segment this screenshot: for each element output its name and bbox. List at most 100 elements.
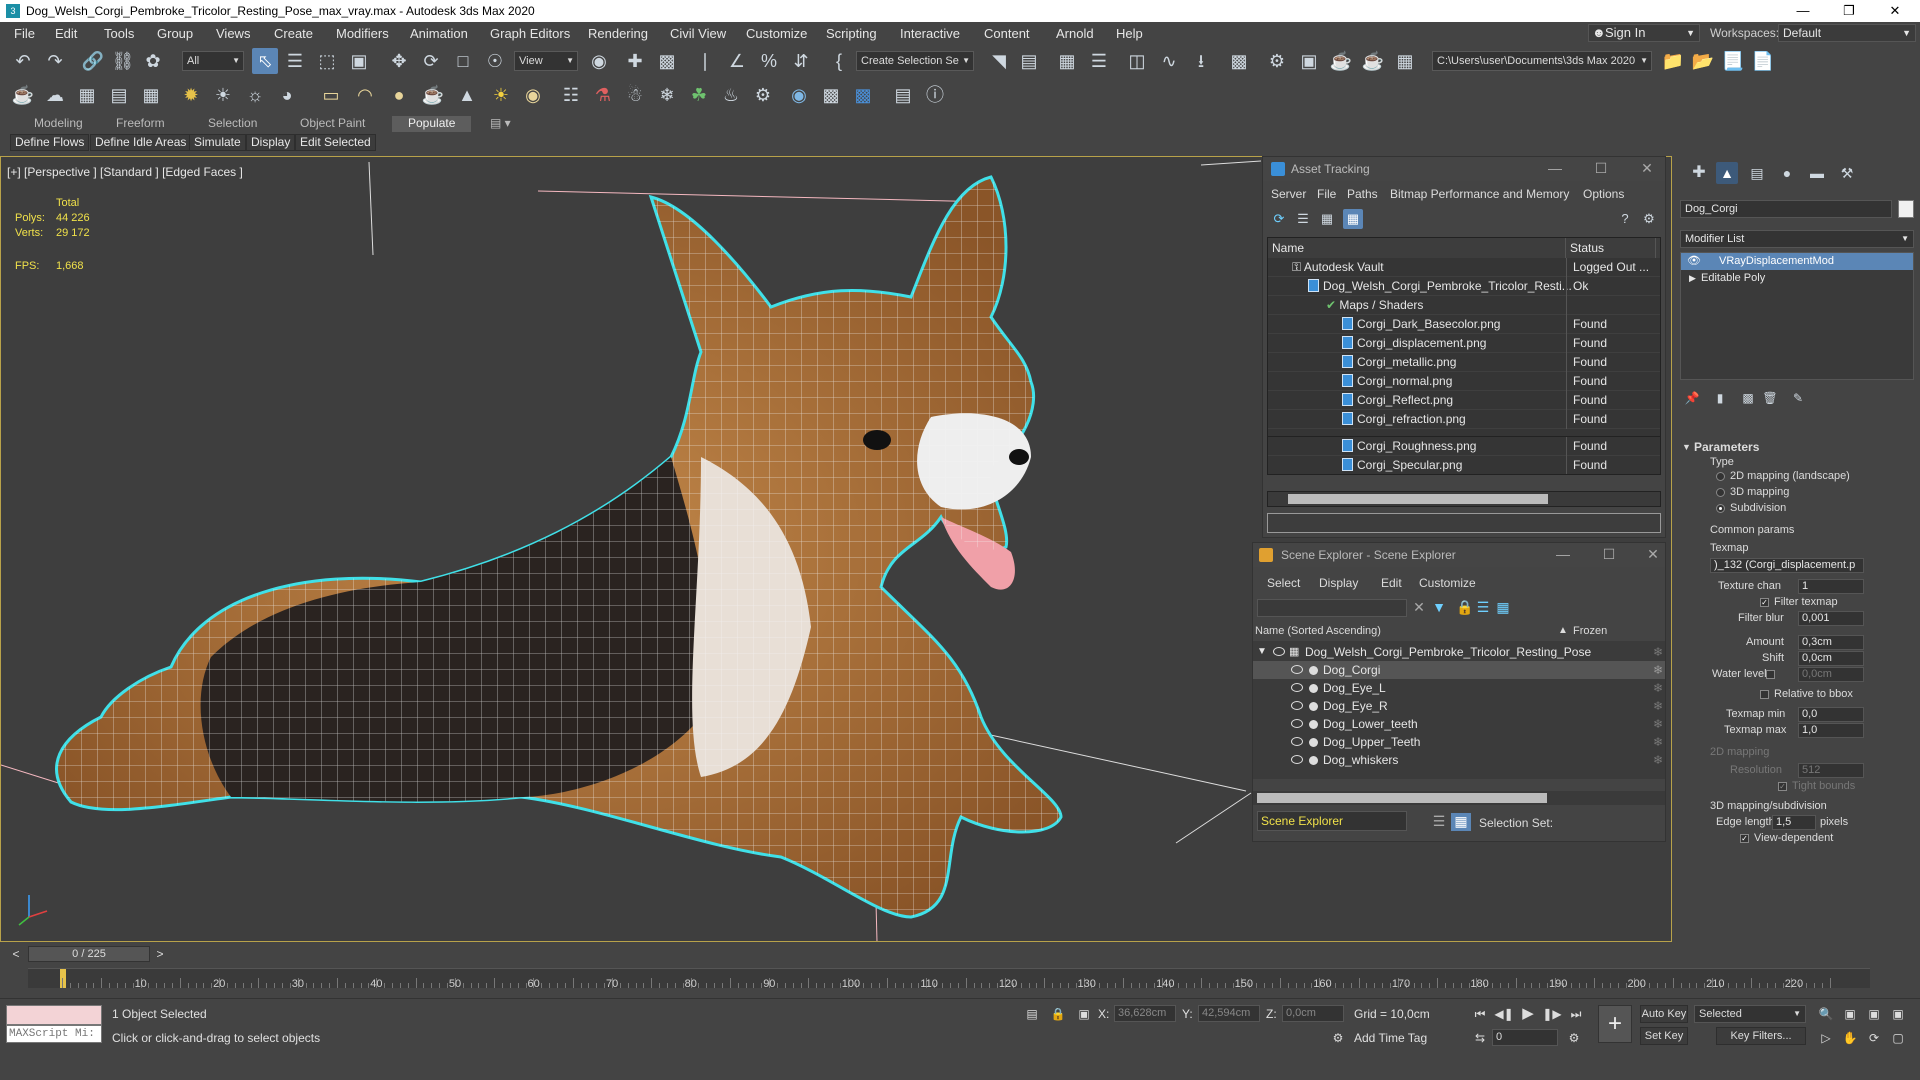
se-hscrollbar[interactable] bbox=[1253, 791, 1665, 805]
tab-selection[interactable]: Selection bbox=[208, 116, 257, 130]
object-color-swatch[interactable] bbox=[1898, 200, 1914, 218]
window-crossing-icon[interactable]: ▣ bbox=[346, 48, 372, 74]
close-icon[interactable]: ✕ bbox=[1637, 160, 1657, 178]
vray-sun-light-icon[interactable]: ☀ bbox=[488, 82, 514, 108]
zoom-extents-all-icon[interactable]: ▣ bbox=[1888, 1005, 1908, 1023]
percent-snap-icon[interactable]: % bbox=[756, 48, 782, 74]
orbit-icon[interactable]: ⟳ bbox=[1864, 1029, 1884, 1047]
modify-tab-icon[interactable]: ▲ bbox=[1716, 162, 1738, 184]
z-coord-field[interactable]: 0,0cm bbox=[1282, 1005, 1344, 1022]
select-manipulate-icon[interactable]: ✚ bbox=[622, 48, 648, 74]
asset-row[interactable]: Corgi_metallic.png Found bbox=[1268, 353, 1660, 372]
rect-selection-icon[interactable]: ⬚ bbox=[314, 48, 340, 74]
menu-customize[interactable]: Customize bbox=[746, 26, 807, 41]
tight-bounds-checkbox[interactable]: ✓ bbox=[1778, 782, 1787, 791]
field-of-view-icon[interactable]: ▷ bbox=[1816, 1029, 1836, 1047]
show-end-result-icon[interactable]: ▮ bbox=[1710, 388, 1730, 408]
configure-modifier-sets-icon[interactable]: ✎ bbox=[1788, 388, 1808, 408]
se-menu-customize[interactable]: Customize bbox=[1419, 576, 1476, 590]
object-name-field[interactable]: Dog_Corgi bbox=[1680, 200, 1892, 218]
texture-chan-spinner[interactable]: 1 bbox=[1798, 579, 1864, 594]
zoom-icon[interactable]: 🔍 bbox=[1816, 1005, 1836, 1023]
render-in-cloud-icon[interactable]: ▦ bbox=[1392, 48, 1418, 74]
at-menu-server[interactable]: Server bbox=[1271, 187, 1306, 201]
set-key-button[interactable]: Set Key bbox=[1640, 1027, 1688, 1045]
next-frame-icon[interactable]: > bbox=[150, 945, 170, 963]
asset-row[interactable]: Corgi_displacement.png Found bbox=[1268, 334, 1660, 353]
scrollbar-thumb[interactable] bbox=[1288, 494, 1548, 504]
tree-row-dog-whiskers[interactable]: Dog_whiskers ❄ bbox=[1253, 751, 1665, 769]
vray-decal-icon[interactable]: ❄ bbox=[654, 82, 680, 108]
menu-scripting[interactable]: Scripting bbox=[826, 26, 877, 41]
col-name[interactable]: Name bbox=[1268, 238, 1566, 258]
maximize-icon[interactable]: ☐ bbox=[1599, 546, 1619, 564]
schematic-view-icon[interactable]: ⭳ bbox=[1188, 48, 1214, 74]
se-menu-select[interactable]: Select bbox=[1267, 576, 1300, 590]
display-tab-icon[interactable]: ▬ bbox=[1806, 162, 1828, 184]
auto-key-button[interactable]: Auto Key bbox=[1640, 1005, 1688, 1023]
render-production-icon[interactable]: ☕ bbox=[1328, 48, 1354, 74]
make-unique-icon[interactable]: ▩ bbox=[1738, 388, 1758, 408]
visibility-eye-icon[interactable] bbox=[1291, 701, 1303, 710]
radio-subdivision[interactable] bbox=[1716, 504, 1725, 513]
scene-explorer-dropdown[interactable]: Scene Explorer bbox=[1257, 811, 1407, 831]
expand-triangle-icon[interactable]: ▶ bbox=[1689, 270, 1696, 287]
keyboard-shortcut-icon[interactable]: ▩ bbox=[654, 48, 680, 74]
freeze-icon[interactable]: ❄ bbox=[1653, 679, 1663, 697]
key-selection-dropdown[interactable]: Selected ▼ bbox=[1694, 1005, 1806, 1023]
redo-icon[interactable]: ↷ bbox=[42, 48, 68, 74]
visibility-eye-icon[interactable] bbox=[1291, 683, 1303, 692]
modifier-list-dropdown[interactable]: Modifier List ▼ bbox=[1680, 230, 1914, 248]
angle-snap-icon[interactable]: ∠ bbox=[724, 48, 750, 74]
material-editor-icon[interactable]: ▩ bbox=[1226, 48, 1252, 74]
edge-length-spinner[interactable]: 1,5 bbox=[1772, 815, 1816, 830]
vray-vfb-icon[interactable]: ▩ bbox=[818, 82, 844, 108]
select-by-name-icon[interactable]: ☰ bbox=[282, 48, 308, 74]
collapse-triangle-icon[interactable]: ▼ bbox=[1257, 643, 1267, 661]
parameters-header[interactable]: Parameters bbox=[1694, 440, 1759, 454]
time-config-icon[interactable]: ⚙ bbox=[1564, 1029, 1584, 1047]
hierarchy-icon[interactable]: ☰ bbox=[1473, 599, 1493, 617]
vray-mesh-icon[interactable]: ☕ bbox=[420, 82, 446, 108]
time-slider-marker[interactable] bbox=[60, 969, 66, 988]
minimize-icon[interactable]: — bbox=[1780, 0, 1826, 22]
goto-start-icon[interactable]: ⏮ bbox=[1470, 1005, 1490, 1023]
vray-physical-camera-icon[interactable]: ⚗ bbox=[590, 82, 616, 108]
workspace-dropdown[interactable]: Default ▼ bbox=[1778, 24, 1916, 42]
ribbon-options-icon[interactable]: ▤ ▾ bbox=[490, 116, 511, 130]
at-menu-paths[interactable]: Paths bbox=[1347, 187, 1378, 201]
texmap-button[interactable]: )_132 (Corgi_displacement.p bbox=[1710, 558, 1864, 573]
rendered-frame-window-icon[interactable]: ▣ bbox=[1296, 48, 1322, 74]
tree-row-dog-lower-teeth[interactable]: Dog_Lower_teeth ❄ bbox=[1253, 715, 1665, 733]
project-folder-icon[interactable]: 📁 bbox=[1660, 48, 1686, 74]
vray-fur-icon[interactable]: ▲ bbox=[454, 82, 480, 108]
hierarchy-mode-icon[interactable]: ▦ bbox=[1451, 813, 1471, 831]
render-iterative-icon[interactable]: ☕ bbox=[1360, 48, 1386, 74]
asset-hscrollbar[interactable] bbox=[1267, 491, 1661, 507]
scene-explorer-titlebar[interactable]: Scene Explorer - Scene Explorer — ☐ ✕ bbox=[1253, 543, 1665, 567]
amount-spinner[interactable]: 0,3cm bbox=[1798, 635, 1864, 650]
create-tab-icon[interactable]: ✚ bbox=[1688, 162, 1710, 184]
time-slider[interactable]: 0 / 225 bbox=[28, 946, 150, 962]
menu-help[interactable]: Help bbox=[1116, 26, 1143, 41]
radio-3d-mapping[interactable] bbox=[1716, 488, 1725, 497]
unlink-icon[interactable]: ⛓ bbox=[110, 48, 136, 74]
visibility-eye-icon[interactable] bbox=[1291, 755, 1303, 764]
bind-space-warp-icon[interactable]: ✿ bbox=[140, 48, 166, 74]
shift-spinner[interactable]: 0,0cm bbox=[1798, 651, 1864, 666]
isolate-selection-icon[interactable]: ▤ bbox=[1022, 1005, 1042, 1023]
display-button[interactable]: Display bbox=[246, 134, 296, 151]
key-mode-icon[interactable]: ⇆ bbox=[1470, 1029, 1490, 1047]
at-menu-options[interactable]: Options bbox=[1583, 187, 1624, 201]
define-flows-button[interactable]: Define Flows bbox=[10, 134, 90, 151]
asset-tracking-titlebar[interactable]: Asset Tracking — ☐ ✕ bbox=[1263, 157, 1665, 181]
refresh-icon[interactable]: ⟳ bbox=[1269, 209, 1289, 229]
reference-coord-dropdown[interactable]: View ▼ bbox=[514, 51, 578, 71]
se-menu-display[interactable]: Display bbox=[1319, 576, 1358, 590]
asset-row[interactable]: Corgi_Reflect.png Found bbox=[1268, 391, 1660, 410]
visibility-eye-icon[interactable] bbox=[1291, 665, 1303, 674]
expand-all-icon[interactable]: ▦ bbox=[1493, 599, 1513, 617]
vray-sun-icon[interactable]: ◕ bbox=[274, 82, 300, 108]
asset-row[interactable]: Dog_Welsh_Corgi_Pembroke_Tricolor_Resti.… bbox=[1268, 277, 1660, 296]
visibility-eye-icon[interactable] bbox=[1291, 719, 1303, 728]
